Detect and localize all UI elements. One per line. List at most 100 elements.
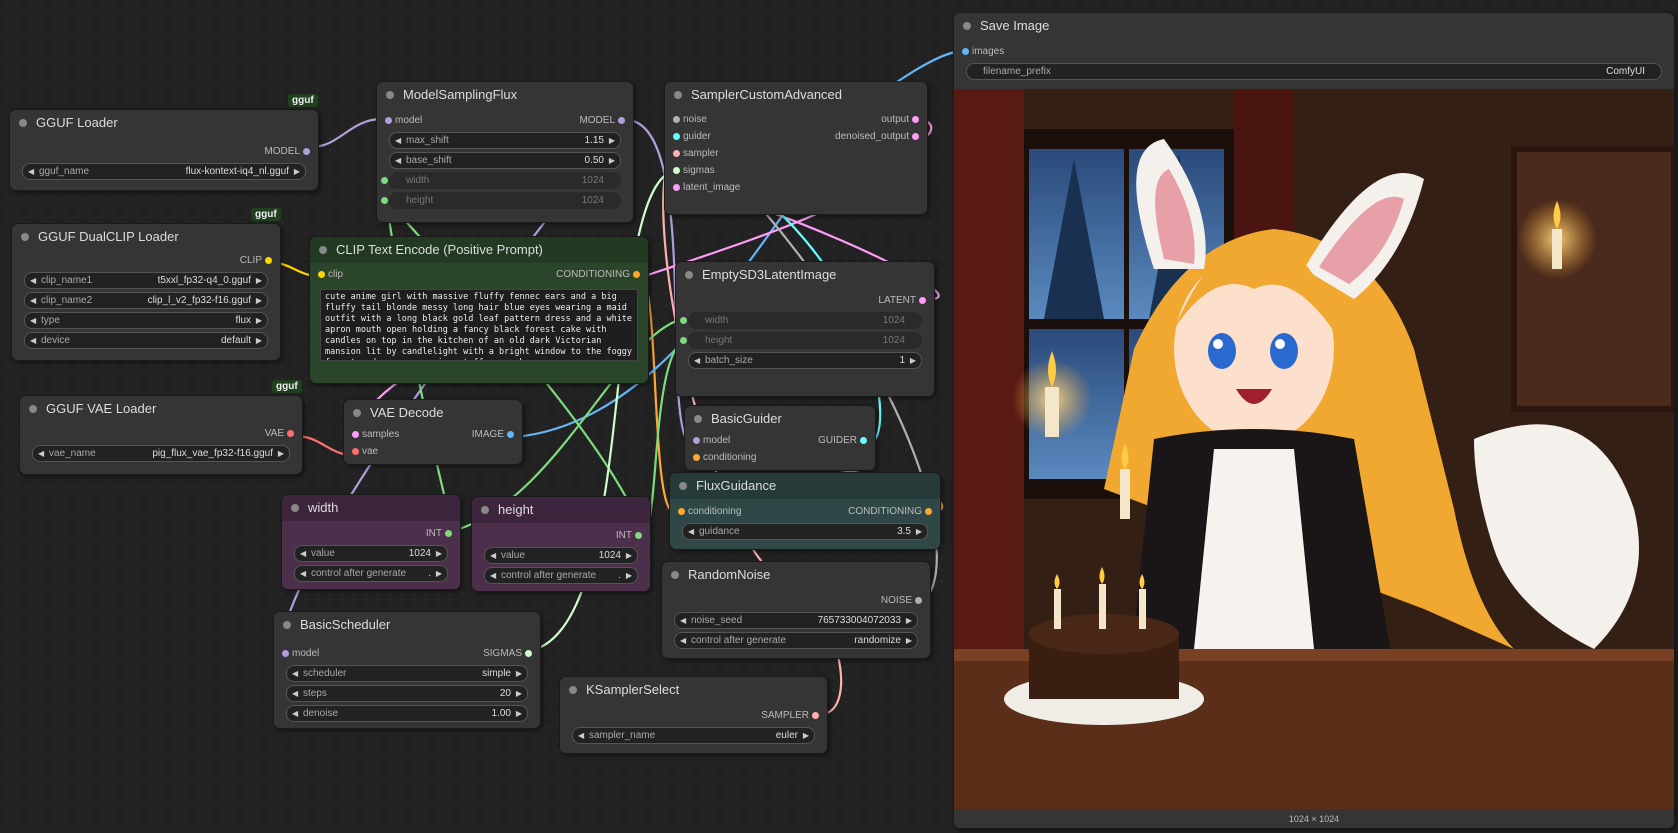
collapse-dot[interactable]	[21, 233, 29, 241]
collapse-dot[interactable]	[679, 482, 687, 490]
model-input[interactable]: model	[282, 645, 319, 662]
input-pin[interactable]	[352, 448, 359, 455]
value-number[interactable]: ◀ value 1024 ▶	[484, 547, 638, 564]
arrow-right-icon[interactable]: ▶	[516, 686, 522, 701]
output-pin[interactable]	[507, 431, 514, 438]
conditioning-output[interactable]: CONDITIONING	[556, 266, 640, 283]
arrow-left-icon[interactable]: ◀	[292, 666, 298, 681]
arrow-right-icon[interactable]: ▶	[516, 706, 522, 721]
vae-name-combo[interactable]: ◀ vae_name pig_flux_vae_fp32-f16.gguf ▶	[32, 445, 290, 462]
arrow-right-icon[interactable]: ▶	[609, 133, 615, 148]
arrow-left-icon[interactable]: ◀	[292, 706, 298, 721]
collapse-dot[interactable]	[19, 119, 27, 127]
arrow-right-icon[interactable]: ▶	[436, 566, 442, 581]
output-pin[interactable]	[618, 117, 625, 124]
arrow-left-icon[interactable]: ◀	[395, 133, 401, 148]
vae-output[interactable]: VAE	[265, 425, 294, 442]
flux-guidance-node[interactable]: FluxGuidance conditioning CONDITIONING ◀…	[670, 473, 940, 549]
clip-name2-combo[interactable]: ◀ clip_name2 clip_l_v2_fp32-f16.gguf ▶	[24, 292, 268, 309]
model-input[interactable]: model	[693, 432, 730, 449]
basic-guider-node[interactable]: BasicGuider model GUIDER conditioning	[685, 406, 875, 470]
output-pin[interactable]	[265, 257, 272, 264]
input-pin[interactable]	[673, 150, 680, 157]
height-primitive-node[interactable]: height INT ◀ value 1024 ▶ ◀ control after ge…	[472, 497, 650, 591]
output-output[interactable]: output	[881, 111, 919, 128]
collapse-dot[interactable]	[29, 405, 37, 413]
input-pin[interactable]	[673, 116, 680, 123]
clip-name1-combo[interactable]: ◀ clip_name1 t5xxl_fp32-q4_0.gguf ▶	[24, 272, 268, 289]
width-input-converted[interactable]: width 1024	[680, 312, 922, 329]
scheduler-combo[interactable]: ◀ scheduler simple ▶	[286, 665, 528, 682]
output-pin[interactable]	[915, 597, 922, 604]
arrow-right-icon[interactable]: ▶	[803, 728, 809, 743]
collapse-dot[interactable]	[319, 246, 327, 254]
node-title[interactable]: VAE Decode	[344, 400, 522, 426]
arrow-left-icon[interactable]: ◀	[694, 353, 700, 368]
dualclip-loader-node[interactable]: GGUF DualCLIP Loader CLIP ◀ clip_name1 t5x…	[12, 224, 280, 360]
arrow-right-icon[interactable]: ▶	[294, 164, 300, 179]
output-pin[interactable]	[303, 148, 310, 155]
output-pin[interactable]	[287, 430, 294, 437]
output-image-preview[interactable]	[954, 89, 1674, 809]
node-title[interactable]: SamplerCustomAdvanced	[665, 82, 927, 108]
collapse-dot[interactable]	[291, 504, 299, 512]
arrow-right-icon[interactable]: ▶	[609, 153, 615, 168]
type-combo[interactable]: ◀ type flux ▶	[24, 312, 268, 329]
guider-input[interactable]: guider	[673, 128, 711, 145]
model-output[interactable]: MODEL	[579, 112, 625, 129]
arrow-right-icon[interactable]: ▶	[256, 333, 262, 348]
input-pin[interactable]	[385, 117, 392, 124]
sigmas-output[interactable]: SIGMAS	[483, 645, 532, 662]
arrow-left-icon[interactable]: ◀	[490, 548, 496, 563]
output-pin[interactable]	[445, 530, 452, 537]
arrow-right-icon[interactable]: ▶	[916, 524, 922, 539]
input-pin[interactable]	[693, 437, 700, 444]
clip-text-encode-node[interactable]: CLIP Text Encode (Positive Prompt) clip …	[310, 237, 648, 383]
arrow-left-icon[interactable]: ◀	[395, 153, 401, 168]
vae-input[interactable]: vae	[352, 443, 378, 460]
save-image-node[interactable]: Save Image images filename_prefix ComfyUI	[954, 13, 1674, 828]
input-pin[interactable]	[673, 184, 680, 191]
arrow-left-icon[interactable]: ◀	[688, 524, 694, 539]
guidance-number[interactable]: ◀ guidance 3.5 ▶	[682, 523, 928, 540]
denoised-output-output[interactable]: denoised_output	[835, 128, 919, 145]
input-pin[interactable]	[381, 177, 388, 184]
output-pin[interactable]	[912, 116, 919, 123]
node-title[interactable]: GGUF DualCLIP Loader	[12, 224, 280, 250]
image-output[interactable]: IMAGE	[472, 426, 514, 443]
width-input-converted[interactable]: width 1024	[381, 172, 621, 189]
input-pin[interactable]	[693, 454, 700, 461]
input-pin[interactable]	[962, 48, 969, 55]
height-input-converted[interactable]: height 1024	[680, 332, 922, 349]
random-noise-node[interactable]: RandomNoise NOISE ◀ noise_seed 76573300407…	[662, 562, 930, 658]
arrow-left-icon[interactable]: ◀	[30, 313, 36, 328]
input-pin[interactable]	[680, 317, 687, 324]
max-shift-number[interactable]: ◀ max_shift 1.15 ▶	[389, 132, 621, 149]
device-combo[interactable]: ◀ device default ▶	[24, 332, 268, 349]
vae-loader-node[interactable]: GGUF VAE Loader VAE ◀ vae_name pig_flux_va…	[20, 396, 302, 474]
collapse-dot[interactable]	[685, 271, 693, 279]
model-sampling-flux-node[interactable]: ModelSamplingFlux model MODEL ◀ max_shift…	[377, 82, 633, 222]
control-after-generate-combo[interactable]: ◀ control after generate randomize ▶	[674, 632, 918, 649]
filename-prefix-text[interactable]: filename_prefix ComfyUI	[966, 63, 1662, 80]
collapse-dot[interactable]	[674, 91, 682, 99]
arrow-left-icon[interactable]: ◀	[490, 568, 496, 583]
input-pin[interactable]	[673, 133, 680, 140]
sampler-name-combo[interactable]: ◀ sampler_name euler ▶	[572, 727, 815, 744]
arrow-right-icon[interactable]: ▶	[516, 666, 522, 681]
conditioning-input[interactable]: conditioning	[693, 449, 756, 466]
sigmas-input[interactable]: sigmas	[673, 162, 715, 179]
latent-output[interactable]: LATENT	[878, 292, 926, 309]
vae-decode-node[interactable]: VAE Decode samples IMAGE vae	[344, 400, 522, 464]
arrow-right-icon[interactable]: ▶	[256, 293, 262, 308]
node-title[interactable]: KSamplerSelect	[560, 677, 827, 703]
batch-size-number[interactable]: ◀ batch_size 1 ▶	[688, 352, 922, 369]
arrow-left-icon[interactable]: ◀	[30, 333, 36, 348]
noise-seed-number[interactable]: ◀ noise_seed 765733004072033 ▶	[674, 612, 918, 629]
width-primitive-node[interactable]: width INT ◀ value 1024 ▶ ◀ control after gen…	[282, 495, 460, 589]
samples-input[interactable]: samples	[352, 426, 399, 443]
basic-scheduler-node[interactable]: BasicScheduler model SIGMAS ◀ scheduler si…	[274, 612, 540, 728]
gguf-name-combo[interactable]: ◀ gguf_name flux-kontext-iq4_nl.gguf ▶	[22, 163, 306, 180]
denoise-number[interactable]: ◀ denoise 1.00 ▶	[286, 705, 528, 722]
sampler-output[interactable]: SAMPLER	[761, 707, 819, 724]
